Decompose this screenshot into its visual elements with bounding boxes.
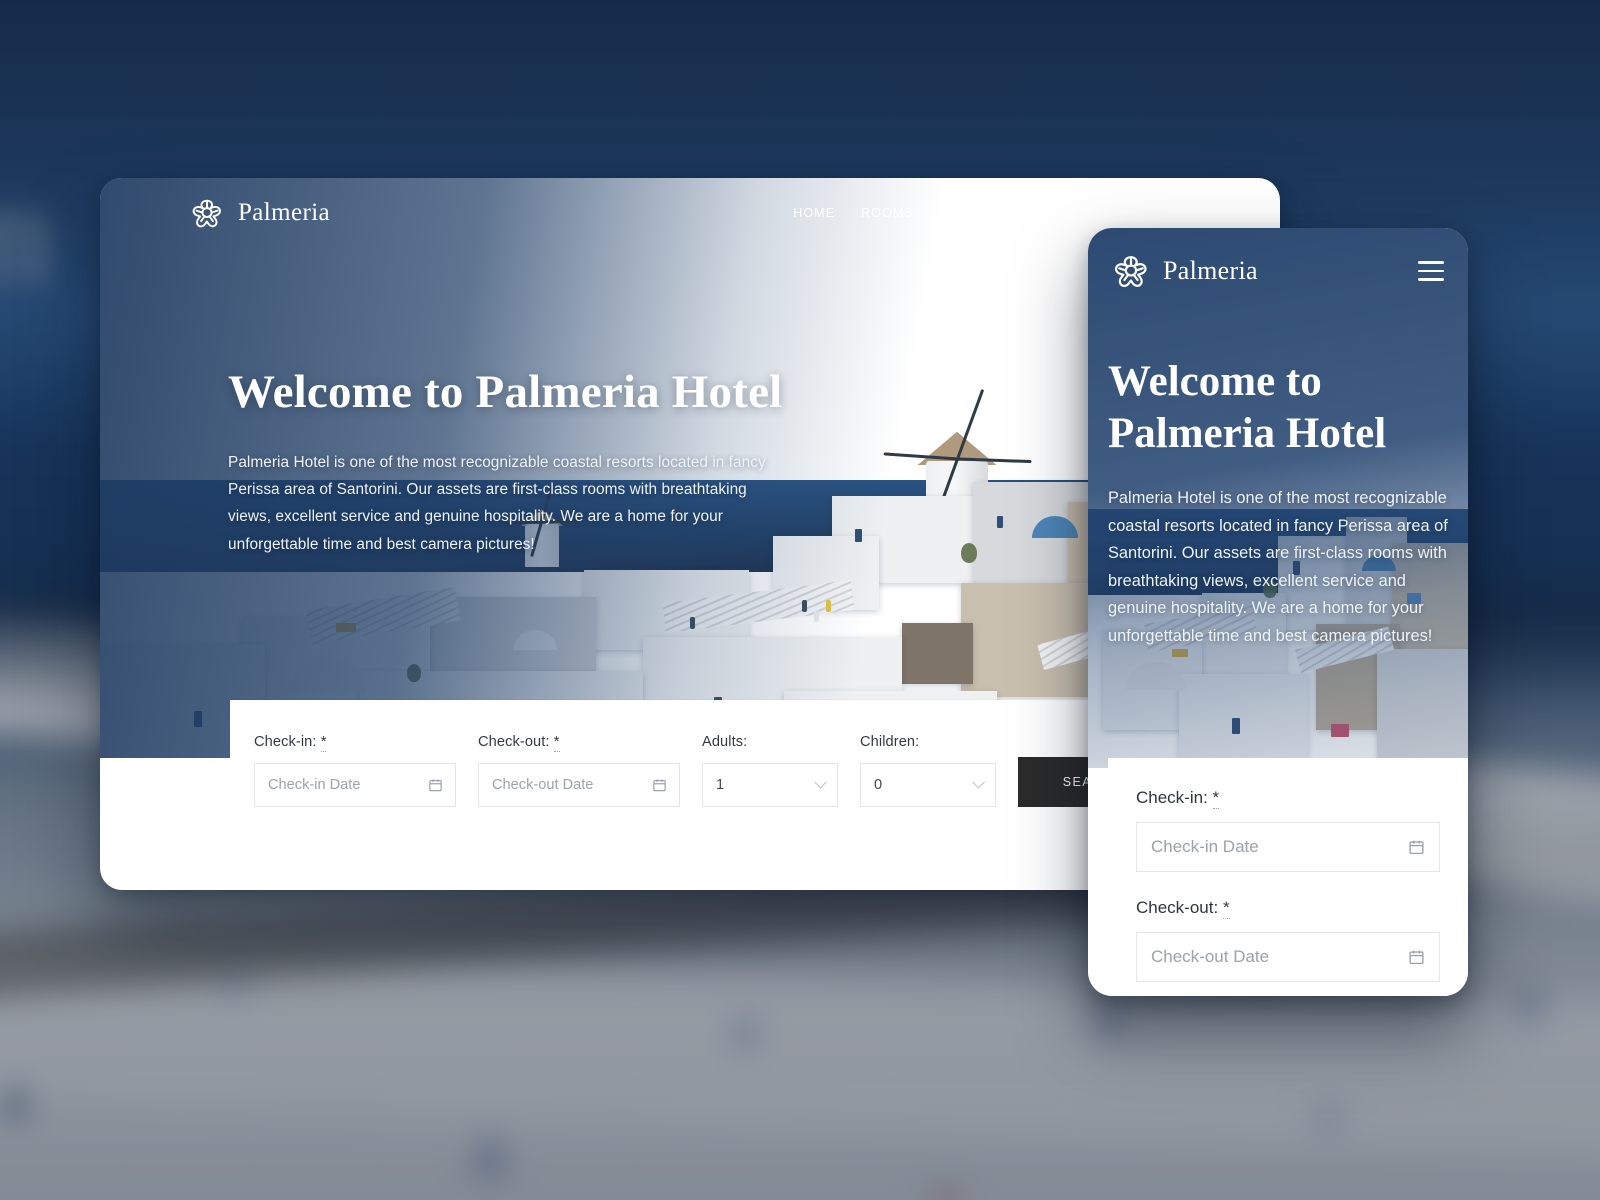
chevron-down-icon [992, 205, 1006, 218]
nav-item-home-label: HOME [793, 205, 836, 220]
flower-rosette-icon [1114, 256, 1147, 288]
calendar-icon [1408, 839, 1425, 856]
checkin-label-text: Check-in: [1136, 788, 1208, 807]
nav-item-home[interactable]: HOME [793, 206, 835, 220]
children-field-group: Children: 0 [860, 734, 996, 807]
checkin-field-group: Check-in: * Check-in Date [254, 734, 456, 807]
checkout-label-text: Check-out: [478, 734, 550, 750]
hamburger-menu-icon[interactable] [1228, 204, 1252, 222]
chevron-down-icon [814, 775, 827, 790]
nav-item-blocks-label: BLOCKS [1094, 205, 1152, 220]
brand-name: Palmeria [238, 199, 331, 226]
mobile-header: Palmeria [1088, 228, 1468, 314]
desktop-hero-copy: Welcome to Palmeria Hotel Palmeria Hotel… [228, 366, 788, 558]
checkin-label: Check-in: * [254, 734, 456, 752]
mobile-hero-copy: Welcome to Palmeria Hotel Palmeria Hotel… [1108, 356, 1452, 651]
checkin-label: Check-in: * [1136, 788, 1440, 809]
children-value: 0 [874, 777, 883, 793]
required-marker: * [320, 734, 327, 752]
adults-select[interactable]: 1 [702, 763, 838, 807]
checkout-date-input[interactable]: Check-out Date [478, 763, 680, 807]
children-label: Children: [860, 734, 920, 750]
hamburger-bar [1418, 269, 1444, 273]
checkout-placeholder: Check-out Date [1151, 947, 1270, 966]
children-select[interactable]: 0 [860, 763, 996, 807]
hamburger-bar [1228, 211, 1252, 215]
page-title: Welcome to Palmeria Hotel [228, 366, 783, 418]
flower-rosette-icon [192, 199, 221, 228]
chevron-down-icon [1157, 205, 1170, 218]
hamburger-menu-icon[interactable] [1418, 261, 1444, 281]
hamburger-bar [1228, 219, 1252, 222]
nav-item-blog-label: BLOG [1029, 205, 1069, 220]
checkout-label-text: Check-out: [1136, 898, 1219, 917]
calendar-icon [428, 778, 443, 793]
checkout-field-group: Check-out: * Check-out Date [1136, 898, 1440, 982]
calendar-icon [652, 778, 667, 793]
brand-name: Palmeria [1163, 256, 1258, 285]
checkin-placeholder: Check-in Date [1151, 837, 1259, 856]
nav-item-pages[interactable]: PAGES [939, 205, 1006, 220]
checkout-placeholder: Check-out Date [492, 777, 594, 793]
required-marker: * [553, 734, 560, 752]
checkout-date-input[interactable]: Check-out Date [1136, 932, 1440, 982]
screenshot-stage: alm gnizza lass r e a h [0, 0, 1600, 1200]
checkin-placeholder: Check-in Date [268, 777, 361, 793]
hamburger-bar [1228, 204, 1252, 207]
nav-item-pages-label: PAGES [939, 205, 988, 220]
desktop-nav: HOME ROOMS PAGES BLOG BLOCKS [793, 204, 1252, 222]
adults-field-group: Adults: 1 [702, 734, 838, 807]
required-marker: * [1212, 788, 1220, 809]
hero-paragraph: Palmeria Hotel is one of the most recogn… [228, 453, 766, 553]
hamburger-bar [1418, 278, 1444, 281]
chevron-down-icon [972, 775, 985, 790]
checkin-label-text: Check-in: [254, 734, 317, 750]
page-title: Welcome to Palmeria Hotel [1108, 358, 1387, 457]
checkin-field-group: Check-in: * Check-in Date [1136, 788, 1440, 872]
nav-item-blog[interactable]: BLOG [1030, 206, 1069, 220]
adults-label: Adults: [702, 734, 748, 750]
hamburger-bar [1418, 261, 1444, 264]
checkin-date-input[interactable]: Check-in Date [1136, 822, 1440, 872]
mobile-booking-form: Check-in: * Check-in Date Check-out: * C… [1108, 758, 1468, 996]
hero-paragraph: Palmeria Hotel is one of the most recogn… [1108, 489, 1448, 645]
checkin-date-input[interactable]: Check-in Date [254, 763, 456, 807]
mobile-preview-card: Palmeria Welcome to Palmeria Hotel Palme… [1088, 228, 1468, 996]
mobile-hero-section: Palmeria Welcome to Palmeria Hotel Palme… [1088, 228, 1468, 768]
nav-item-rooms[interactable]: ROOMS [861, 206, 914, 220]
brand-logo[interactable]: Palmeria [190, 196, 330, 230]
required-marker: * [1222, 898, 1230, 919]
checkout-label: Check-out: * [478, 734, 680, 752]
brand-logo[interactable]: Palmeria [1112, 252, 1258, 290]
checkout-label: Check-out: * [1136, 898, 1440, 919]
nav-item-blocks[interactable]: BLOCKS [1094, 205, 1170, 220]
nav-item-rooms-label: ROOMS [861, 205, 914, 220]
adults-value: 1 [716, 777, 725, 793]
calendar-icon [1408, 949, 1425, 966]
checkout-field-group: Check-out: * Check-out Date [478, 734, 680, 807]
